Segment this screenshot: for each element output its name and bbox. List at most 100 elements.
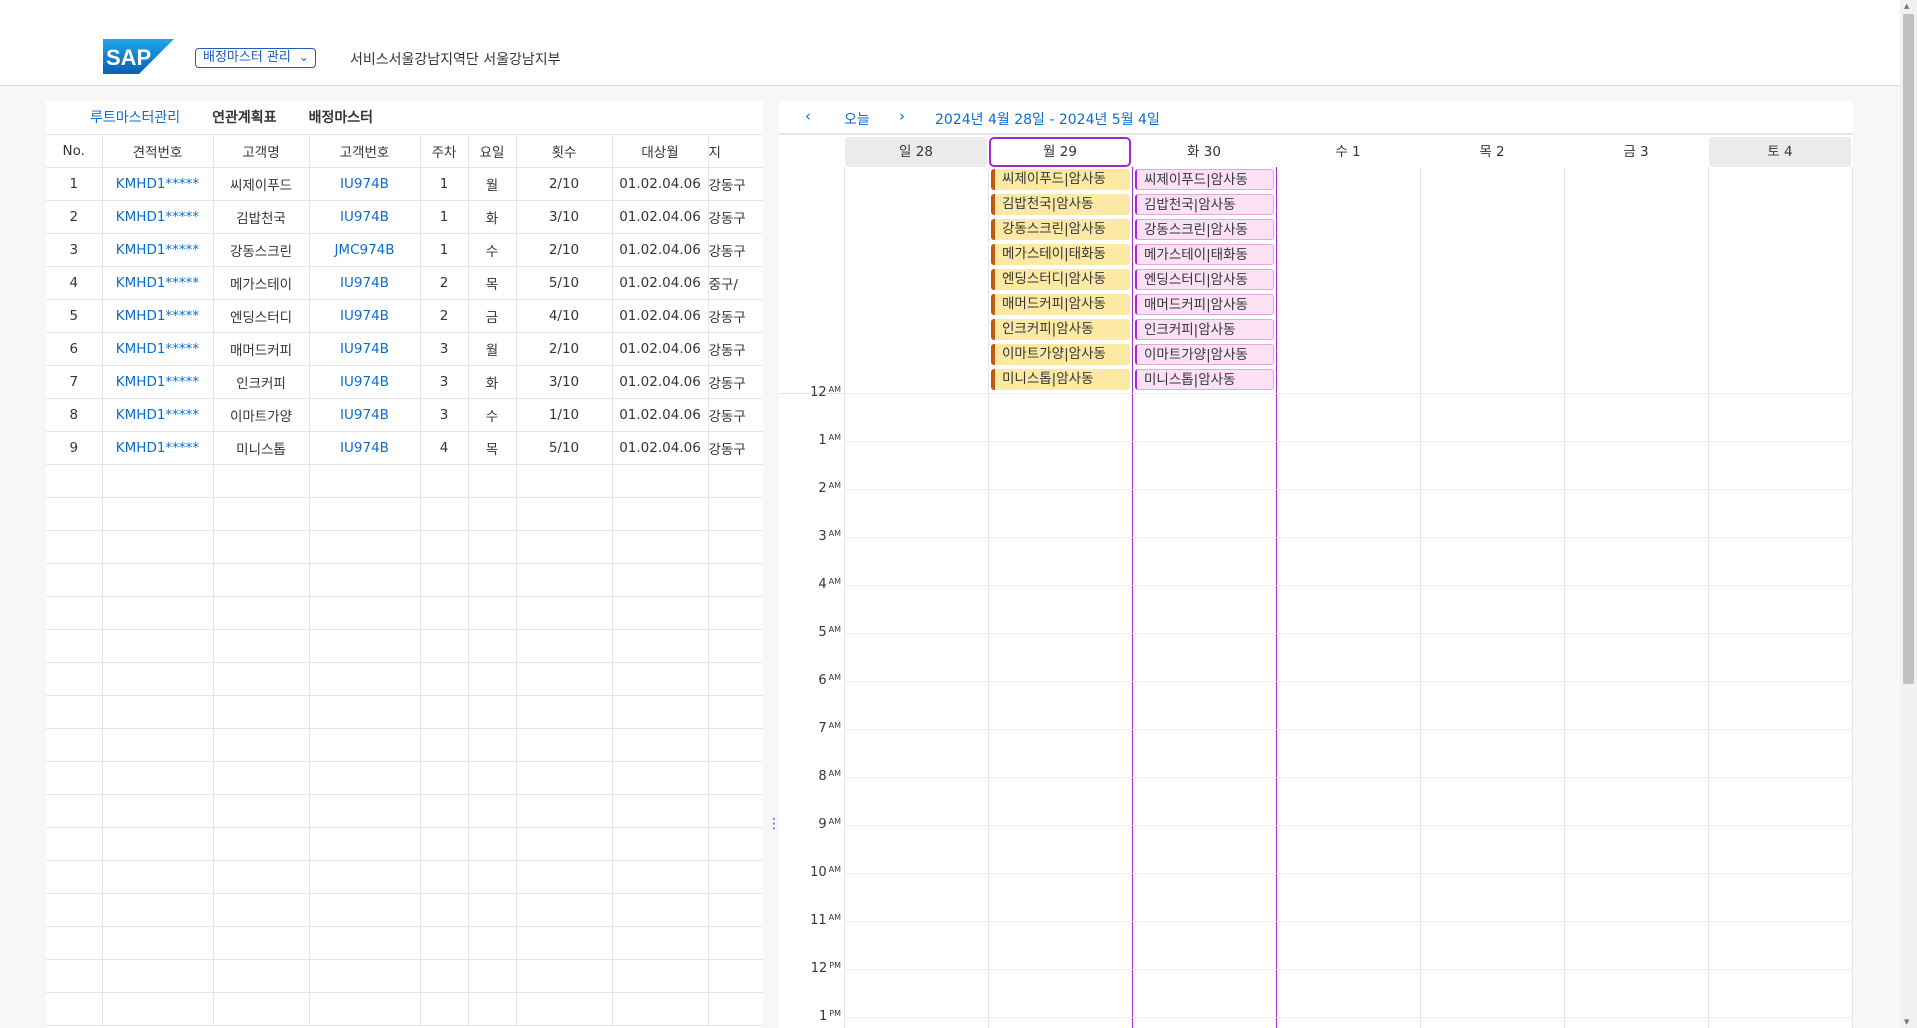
day-header[interactable]: 화 30 (1133, 137, 1275, 167)
table-cell (420, 629, 469, 663)
app-menu-button[interactable]: 배정마스터 관리 ⌄ (195, 48, 316, 68)
calendar-event[interactable]: 미니스톱|암사동 (1135, 369, 1274, 390)
tab-related-plan[interactable]: 연관계획표 (196, 101, 292, 134)
day-header[interactable]: 월 29 (989, 137, 1131, 167)
scroll-down-icon[interactable]: ▼ (1904, 1018, 1909, 1026)
column-header[interactable]: 주차 (420, 135, 469, 168)
table-row[interactable]: 6 KMHD1***** 매머드커피 IU974B 3 월 2/10 01.02.04.06 강… (46, 332, 763, 366)
next-week-icon[interactable]: › (899, 107, 905, 125)
table-cell[interactable]: KMHD1***** (102, 167, 214, 201)
table-cell: 01.02.04.06 (612, 398, 709, 432)
calendar-event[interactable]: 강동스크린|암사동 (991, 219, 1130, 240)
calendar-event[interactable]: 매머드커피|암사동 (991, 294, 1130, 315)
table-cell: 3/10 (516, 200, 613, 234)
table-row[interactable]: 7 KMHD1***** 인크커피 IU974B 3 화 3/10 01.02.04.06 강동… (46, 365, 763, 399)
column-header[interactable]: 횟수 (516, 135, 613, 168)
tab-route-master[interactable]: 루트마스터관리 (46, 101, 196, 134)
column-header[interactable]: 고객명 (213, 135, 310, 168)
table-cell (708, 497, 763, 531)
hour-number: 4 (818, 577, 827, 592)
table-cell[interactable]: KMHD1***** (102, 299, 214, 333)
table-row[interactable]: 2 KMHD1***** 김밥천국 IU974B 1 화 3/10 01.02.04.06 강동… (46, 200, 763, 234)
hour-number: 5 (818, 625, 827, 640)
calendar-event[interactable]: 메가스테이|태화동 (1135, 244, 1274, 265)
table-cell[interactable]: JMC974B (309, 233, 421, 267)
table-cell (516, 794, 613, 828)
table-cell (708, 728, 763, 762)
calendar-event[interactable]: 메가스테이|태화동 (991, 244, 1130, 265)
table-cell (309, 662, 421, 696)
table-row[interactable]: 4 KMHD1***** 메가스테이 IU974B 2 목 5/10 01.02.04.06 중… (46, 266, 763, 300)
column-header[interactable]: 견적번호 (102, 135, 214, 168)
table-cell: 8 (46, 398, 103, 432)
table-cell[interactable]: IU974B (309, 200, 421, 234)
panel-splitter[interactable]: ⋮⋮ (763, 101, 793, 1028)
table-cell[interactable]: KMHD1***** (102, 365, 214, 399)
scrollbar-thumb[interactable] (1903, 14, 1914, 684)
calendar-event[interactable]: 김밥천국|암사동 (991, 194, 1130, 215)
table-cell[interactable]: IU974B (309, 431, 421, 465)
calendar-event[interactable]: 김밥천국|암사동 (1135, 194, 1274, 215)
table-cell[interactable]: IU974B (309, 167, 421, 201)
tab-assignment-master[interactable]: 배정마스터 (293, 101, 389, 134)
table-cell (46, 662, 103, 696)
calendar-event[interactable]: 씨제이푸드|암사동 (1135, 169, 1274, 190)
page-scrollbar[interactable]: ▲ ▼ (1900, 0, 1917, 1028)
table-cell[interactable]: KMHD1***** (102, 233, 214, 267)
day-header[interactable]: 금 3 (1565, 137, 1707, 167)
day-header[interactable]: 목 2 (1421, 137, 1563, 167)
calendar-event[interactable]: 미니스톱|암사동 (991, 369, 1130, 390)
day-header[interactable]: 토 4 (1709, 137, 1851, 167)
table-cell[interactable]: KMHD1***** (102, 266, 214, 300)
table-cell (309, 497, 421, 531)
hour-line (844, 825, 1853, 826)
hour-line (844, 681, 1853, 682)
table-cell[interactable]: KMHD1***** (102, 332, 214, 366)
calendar-event[interactable]: 매머드커피|암사동 (1135, 294, 1274, 315)
table-cell (468, 596, 517, 630)
table-cell[interactable]: IU974B (309, 398, 421, 432)
table-cell (102, 959, 214, 993)
table-cell: 6 (46, 332, 103, 366)
table-cell[interactable]: IU974B (309, 266, 421, 300)
table-cell[interactable]: IU974B (309, 365, 421, 399)
table-row[interactable]: 9 KMHD1***** 미니스톱 IU974B 4 목 5/10 01.02.04.06 강동… (46, 431, 763, 465)
table-cell[interactable]: KMHD1***** (102, 398, 214, 432)
table-cell[interactable]: KMHD1***** (102, 431, 214, 465)
column-header[interactable]: 대상월 (612, 135, 709, 168)
day-header[interactable]: 일 28 (845, 137, 987, 167)
scroll-up-icon[interactable]: ▲ (1904, 2, 1909, 10)
table-cell (420, 563, 469, 597)
table-row[interactable]: 3 KMHD1***** 강동스크린 JMC974B 1 수 2/10 01.02.04.06… (46, 233, 763, 267)
table-cell: 1 (420, 233, 469, 267)
calendar-event[interactable]: 인크커피|암사동 (1135, 319, 1274, 340)
column-header[interactable]: 요일 (468, 135, 517, 168)
org-path: 서비스서울강남지역단 서울강남지부 (350, 52, 561, 68)
calendar-event[interactable]: 강동스크린|암사동 (1135, 219, 1274, 240)
table-row[interactable]: 1 KMHD1***** 씨제이푸드 IU974B 1 월 2/10 01.02.04.06 강… (46, 167, 763, 201)
table-cell[interactable]: IU974B (309, 332, 421, 366)
table-cell (102, 596, 214, 630)
column-header[interactable]: No. (46, 135, 103, 168)
date-range-picker[interactable]: 2024년 4월 28일 - 2024년 5월 4일 (935, 109, 1160, 129)
table-row[interactable]: 5 KMHD1***** 엔딩스터디 IU974B 2 금 4/10 01.02.04.06 강… (46, 299, 763, 333)
calendar-event[interactable]: 이마트가양|암사동 (991, 344, 1130, 365)
table-cell (516, 563, 613, 597)
column-header[interactable]: 지 (708, 135, 763, 168)
table-cell[interactable]: IU974B (309, 299, 421, 333)
table-cell (213, 992, 310, 1026)
calendar-event[interactable]: 씨제이푸드|암사동 (991, 169, 1130, 190)
today-button[interactable]: 오늘 (844, 109, 870, 129)
table-cell (420, 761, 469, 795)
calendar-event[interactable]: 엔딩스터디|암사동 (1135, 269, 1274, 290)
table-row[interactable]: 8 KMHD1***** 이마트가양 IU974B 3 수 1/10 01.02.04.06 강… (46, 398, 763, 432)
table-cell: 월 (468, 167, 517, 201)
calendar-event[interactable]: 인크커피|암사동 (991, 319, 1130, 340)
table-cell[interactable]: KMHD1***** (102, 200, 214, 234)
prev-week-icon[interactable]: ‹ (805, 107, 811, 125)
day-header[interactable]: 수 1 (1277, 137, 1419, 167)
calendar-event[interactable]: 엔딩스터디|암사동 (991, 269, 1130, 290)
column-header[interactable]: 고객번호 (309, 135, 421, 168)
table-cell: 2/10 (516, 332, 613, 366)
calendar-event[interactable]: 이마트가양|암사동 (1135, 344, 1274, 365)
